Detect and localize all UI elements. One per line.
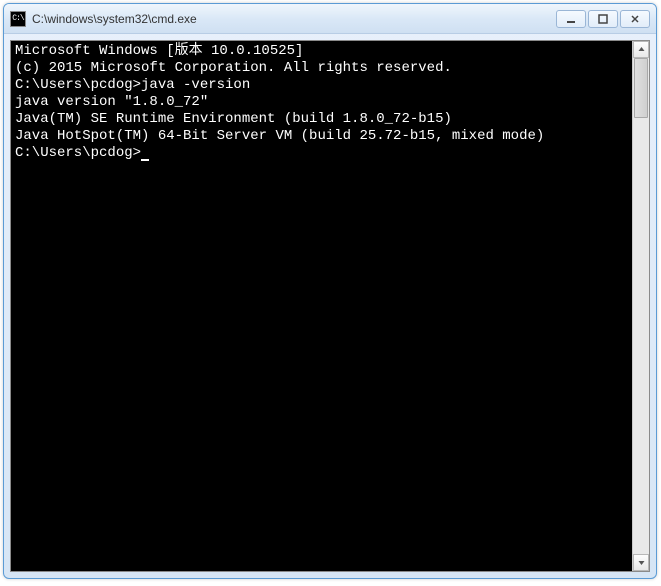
window-title: C:\windows\system32\cmd.exe [32, 12, 556, 26]
chevron-down-icon [638, 559, 645, 566]
scroll-up-button[interactable] [633, 41, 649, 58]
console-line: C:\Users\pcdog> [15, 145, 628, 162]
vertical-scrollbar[interactable] [632, 41, 649, 571]
close-button[interactable] [620, 10, 650, 28]
console-line: Microsoft Windows [版本 10.0.10525] [15, 43, 628, 60]
console-area: Microsoft Windows [版本 10.0.10525](c) 201… [10, 40, 650, 572]
scroll-down-button[interactable] [633, 554, 649, 571]
chevron-up-icon [638, 46, 645, 53]
titlebar[interactable]: C:\ C:\windows\system32\cmd.exe [4, 4, 656, 34]
cmd-icon: C:\ [10, 11, 26, 27]
minimize-button[interactable] [556, 10, 586, 28]
scroll-track[interactable] [633, 58, 649, 554]
cursor [141, 147, 149, 161]
cmd-window: C:\ C:\windows\system32\cmd.exe Mic [3, 3, 657, 579]
console-line: Java(TM) SE Runtime Environment (build 1… [15, 111, 628, 128]
minimize-icon [566, 14, 576, 24]
console-line: Java HotSpot(TM) 64-Bit Server VM (build… [15, 128, 628, 145]
maximize-icon [598, 14, 608, 24]
console-output[interactable]: Microsoft Windows [版本 10.0.10525](c) 201… [11, 41, 632, 571]
console-line: java version "1.8.0_72" [15, 94, 628, 111]
scroll-thumb[interactable] [634, 58, 648, 118]
maximize-button[interactable] [588, 10, 618, 28]
console-line: (c) 2015 Microsoft Corporation. All righ… [15, 60, 628, 77]
window-controls [556, 10, 650, 28]
close-icon [630, 14, 640, 24]
console-line: C:\Users\pcdog>java -version [15, 77, 628, 94]
